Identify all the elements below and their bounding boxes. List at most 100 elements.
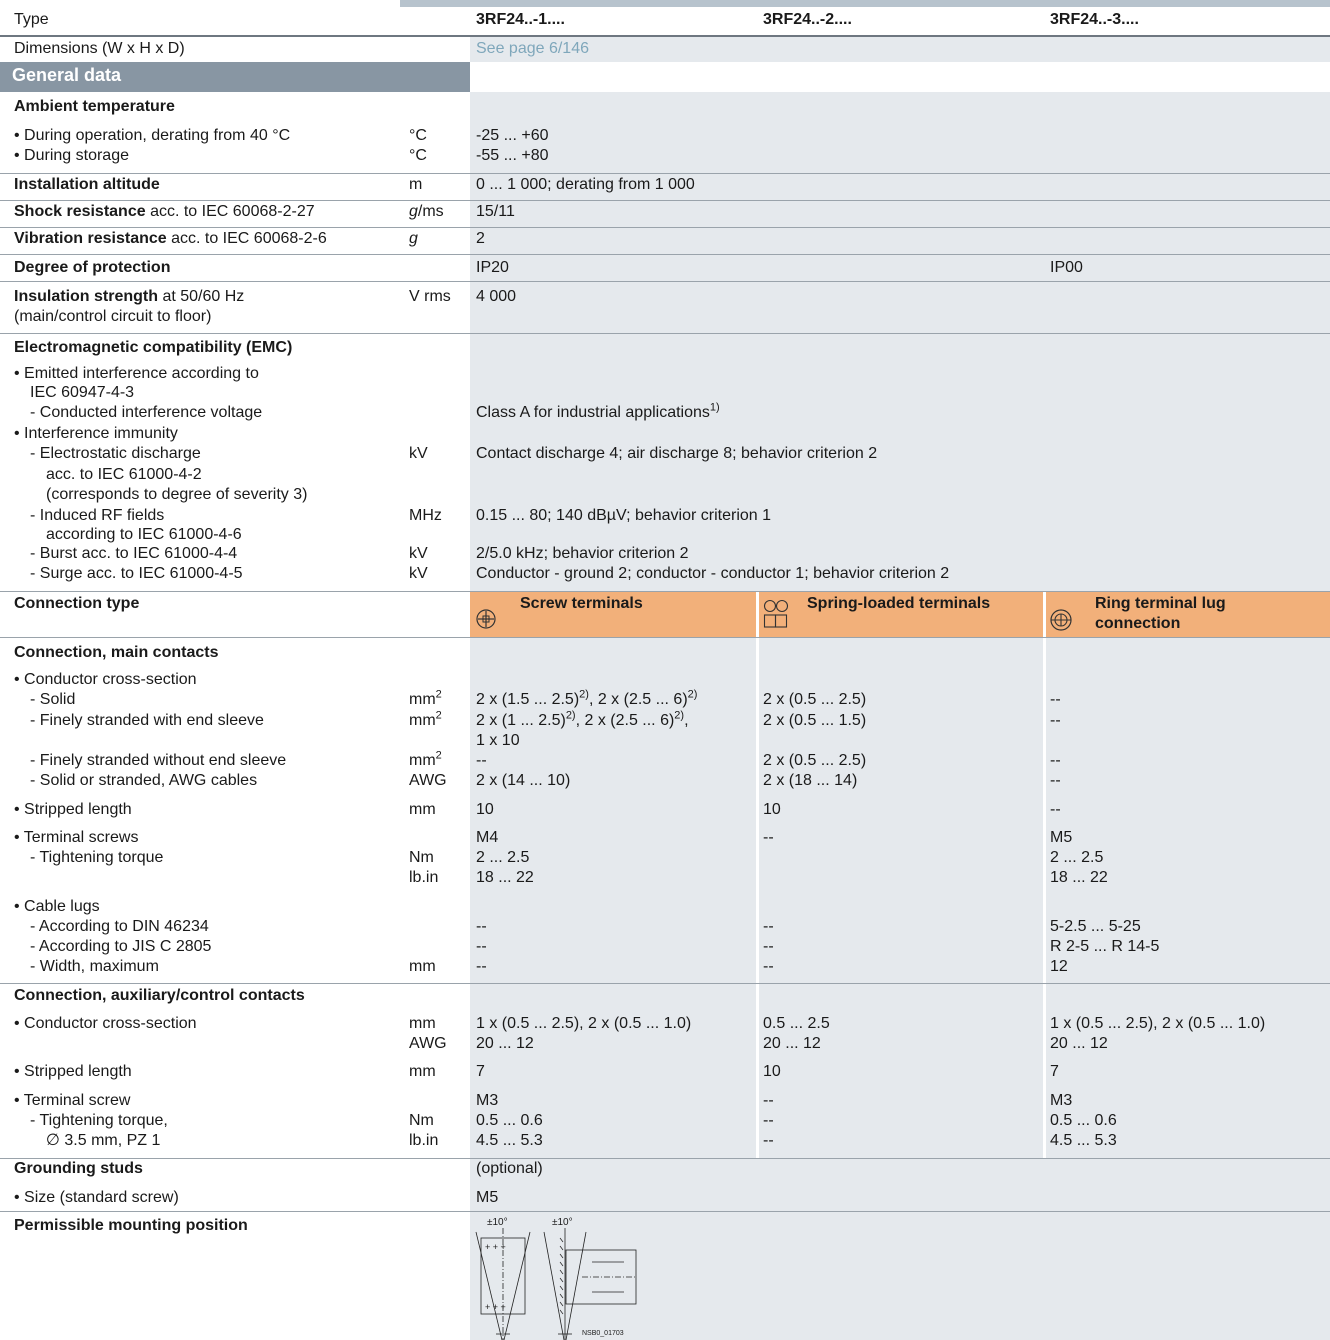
grounding-size-label: • Size (standard screw) <box>14 1189 179 1206</box>
aux-torque-label: - Tightening torque, <box>30 1112 168 1129</box>
emc-esd-label: - Electrostatic discharge <box>30 445 201 462</box>
rule <box>0 983 1330 984</box>
main-fine-label: - Finely stranded with end sleeve <box>30 712 264 729</box>
main-din-label: - According to DIN 46234 <box>30 918 209 935</box>
aux-torque-col3-lbin: 4.5 ... 5.3 <box>1050 1132 1117 1149</box>
main-screws-col3: M5 <box>1050 829 1073 846</box>
main-fine-wo-col2: 2 x (0.5 ... 2.5) <box>763 752 867 769</box>
main-torque-unit-lbin: lb.in <box>409 869 439 886</box>
mounting-drawing-id: NSB0_01703 <box>582 1330 624 1337</box>
main-screws-col2: -- <box>763 829 774 846</box>
main-fine-col3: -- <box>1050 712 1061 729</box>
main-width-col1: -- <box>476 958 487 975</box>
ambient-storage-unit: °C <box>409 147 427 164</box>
aux-strip-unit: mm <box>409 1063 436 1080</box>
main-screws-col1: M4 <box>476 829 499 846</box>
aux-torque-col1-nm: 0.5 ... 0.6 <box>476 1112 543 1129</box>
main-fine-col1: 2 x (1 ... 2.5)2), 2 x (2.5 ... 6)2), <box>476 709 689 729</box>
main-awg-col2: 2 x (18 ... 14) <box>763 772 858 789</box>
emc-rf-value: 0.15 ... 80; 140 dBµV; behavior criterio… <box>476 507 772 524</box>
aux-strip-col1: 7 <box>476 1063 485 1080</box>
altitude-value: 0 ... 1 000; derating from 1 000 <box>476 176 695 193</box>
emc-emitted-standard: IEC 60947-4-3 <box>30 384 135 401</box>
emc-burst-label: - Burst acc. to IEC 61000-4-4 <box>30 545 238 562</box>
screw-terminal-icon <box>476 609 496 629</box>
emc-esd-severity: (corresponds to degree of severity 3) <box>46 486 308 503</box>
aux-torque-unit-nm: Nm <box>409 1112 434 1129</box>
main-torque-unit-nm: Nm <box>409 849 434 866</box>
svg-text:+ + +: + + + <box>485 1242 506 1252</box>
connection-type-label: Connection type <box>14 595 140 612</box>
aux-contacts-title: Connection, auxiliary/control contacts <box>14 987 305 1004</box>
main-cs-label: • Conductor cross-section <box>14 671 197 688</box>
insulation-value: 4 000 <box>476 288 517 305</box>
aux-torque-col2-nm: -- <box>763 1112 774 1129</box>
ring-terminal-icon <box>1050 609 1072 631</box>
dimensions-link[interactable]: See page 6/146 <box>476 41 589 57</box>
aux-cs-col1-awg: 20 ... 12 <box>476 1035 534 1052</box>
aux-cs-col2-awg: 20 ... 12 <box>763 1035 821 1052</box>
dimensions-bg <box>470 36 1330 62</box>
type-variant-2: 3RF24..-2.... <box>763 11 852 28</box>
grounding-label: Grounding studs <box>14 1160 143 1177</box>
rule <box>0 281 1330 282</box>
emc-burst-value: 2/5.0 kHz; behavior criterion 2 <box>476 545 689 562</box>
main-screws-label: • Terminal screws <box>14 829 139 846</box>
main-torque-col3-lbin: 18 ... 22 <box>1050 869 1108 886</box>
aux-strip-label: • Stripped length <box>14 1063 132 1080</box>
aux-torque-unit-lbin: lb.in <box>409 1132 439 1149</box>
vibration-unit: g <box>409 230 418 247</box>
main-strip-col3: -- <box>1050 801 1061 818</box>
rule <box>0 637 1330 638</box>
datasheet-page: General data Type 3RF24..-1.... 3RF24..-… <box>0 0 1330 1340</box>
ring-terminal-label-2: connection <box>1095 615 1181 632</box>
main-awg-unit: AWG <box>409 772 447 789</box>
aux-torque-col3-nm: 0.5 ... 0.6 <box>1050 1112 1117 1129</box>
aux-torque-col2-lbin: -- <box>763 1132 774 1149</box>
ambient-operation-label: • During operation, derating from 40 °C <box>14 127 291 144</box>
svg-text:+ + +: + + + <box>485 1302 506 1312</box>
emc-surge-value: Conductor - ground 2; conductor - conduc… <box>476 565 950 582</box>
main-fine-wo-label: - Finely stranded without end sleeve <box>30 752 287 769</box>
main-din-col1: -- <box>476 918 487 935</box>
type-label: Type <box>14 11 49 28</box>
insulation-label-line2: (main/control circuit to floor) <box>14 308 212 325</box>
emc-immunity-label: • Interference immunity <box>14 425 178 442</box>
mounting-diagram: + + + + + + ±10° ±10° NSB0_01703 <box>470 1218 670 1340</box>
emc-esd-standard: acc. to IEC 61000-4-2 <box>46 466 202 483</box>
rule <box>0 591 1330 592</box>
protection-value-12: IP20 <box>476 259 509 276</box>
rule <box>0 1211 1330 1212</box>
main-jis-col1: -- <box>476 938 487 955</box>
ambient-operation-unit: °C <box>409 127 427 144</box>
ambient-temperature-title: Ambient temperature <box>14 98 175 115</box>
main-solid-unit: mm2 <box>409 688 442 708</box>
main-solid-col1: 2 x (1.5 ... 2.5)2), 2 x (2.5 ... 6)2) <box>476 688 698 708</box>
vibration-label: Vibration resistance acc. to IEC 60068-2… <box>14 230 327 247</box>
main-width-col2: -- <box>763 958 774 975</box>
main-awg-col3: -- <box>1050 772 1061 789</box>
main-torque-col1-lbin: 18 ... 22 <box>476 869 534 886</box>
main-fine-unit: mm2 <box>409 709 442 729</box>
emc-burst-unit: kV <box>409 545 428 562</box>
aux-strip-col3: 7 <box>1050 1063 1059 1080</box>
ambient-storage-value: -55 ... +80 <box>476 147 549 164</box>
aux-cs-col1-mm: 1 x (0.5 ... 2.5), 2 x (0.5 ... 1.0) <box>476 1015 692 1032</box>
dimensions-label: Dimensions (W x H x D) <box>14 40 185 57</box>
main-width-col3: 12 <box>1050 958 1068 975</box>
type-variant-1: 3RF24..-1.... <box>476 11 565 28</box>
mounting-angle-right: ±10° <box>552 1217 573 1228</box>
main-solid-label: - Solid <box>30 691 76 708</box>
main-jis-col3: R 2-5 ... R 14-5 <box>1050 938 1160 955</box>
main-jis-label: - According to JIS C 2805 <box>30 938 212 955</box>
aux-screw-col2: -- <box>763 1092 774 1109</box>
aux-screw-col3: M3 <box>1050 1092 1073 1109</box>
main-strip-col2: 10 <box>763 801 781 818</box>
aux-cs-col2-mm: 0.5 ... 2.5 <box>763 1015 830 1032</box>
insulation-label: Insulation strength at 50/60 Hz <box>14 288 245 305</box>
ambient-storage-label: • During storage <box>14 147 129 164</box>
main-torque-col1-nm: 2 ... 2.5 <box>476 849 530 866</box>
main-width-label: - Width, maximum <box>30 958 159 975</box>
main-fine-wo-unit: mm2 <box>409 749 442 769</box>
aux-cs-unit-mm: mm <box>409 1015 436 1032</box>
